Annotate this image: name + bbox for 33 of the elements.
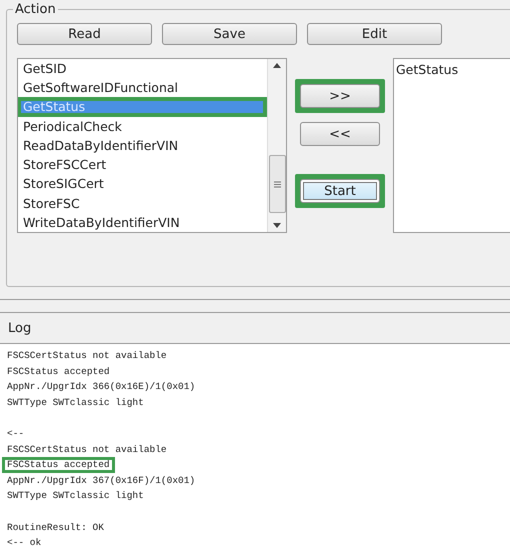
log-line: AppNr./UpgrIdx 366(0x16E)/1(0x01) [7,380,196,394]
list-item[interactable]: ReadDataByIdentifierVIN [18,136,267,156]
log-title: Log [8,320,32,336]
function-list[interactable]: GetSID GetSoftwareIDFunctional GetStatus PeriodicalCheck ReadDataByIdentifierVIN StoreFSCCert StoreSIGCert StoreFSC WriteDataByIdentifierVIN [17,58,287,233]
log-line: AppNr./UpgrIdx 367(0x16F)/1(0x01) [7,474,196,488]
log-line: RoutineResult: OK [7,520,104,535]
log-line: SWTType SWTclassic light [7,396,144,410]
log-line: <-- ok [7,536,42,550]
toolbar-button[interactable]: Save [162,23,297,45]
log-line: FSCSCertStatus not available [7,442,167,457]
list-item[interactable]: StoreFSCCert [18,155,267,174]
selected-list[interactable]: GetStatus [393,58,510,233]
list-item[interactable]: GetSoftwareIDFunctional [18,78,267,98]
move-button[interactable]: >> [300,84,380,108]
scroll-thumb[interactable] [268,155,286,213]
scroll-down-icon[interactable] [273,223,281,228]
list-item[interactable]: WriteDataByIdentifierVIN [18,212,267,232]
log-line: FSCSCertStatus not available [7,349,167,363]
list-item[interactable]: GetStatus [396,62,508,80]
log-line: FSCStatus accepted [7,364,110,379]
log-line: SWTType SWTclassic light [7,489,144,504]
log-line: <-- [7,426,24,441]
list-item[interactable]: PeriodicalCheck [18,116,267,136]
start-button[interactable]: Start [300,179,380,203]
list-item[interactable]: StoreFSC [18,194,267,213]
scrollbar[interactable] [267,59,286,232]
toolbar-button[interactable]: Read [17,23,152,45]
group-title: Action [14,3,57,17]
move-button[interactable]: << [300,122,380,146]
list-item[interactable]: StoreSIGCert [18,174,267,194]
list-item[interactable]: GetSID [18,59,267,78]
toolbar-button[interactable]: Edit [307,23,442,45]
scroll-up-icon[interactable] [273,63,281,68]
